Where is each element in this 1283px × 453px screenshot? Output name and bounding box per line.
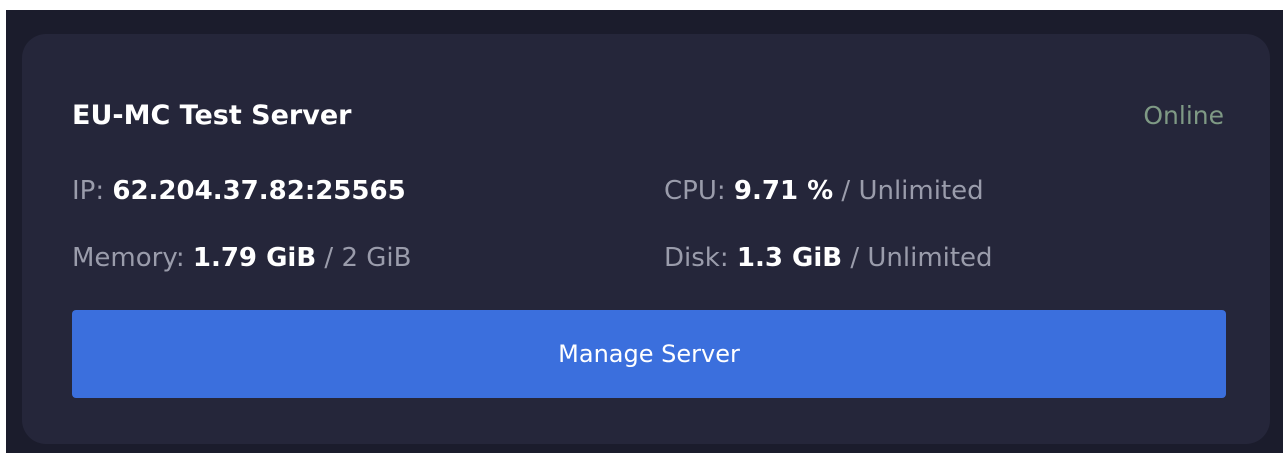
manage-server-button[interactable]: Manage Server bbox=[72, 310, 1226, 398]
ip-label: IP: bbox=[72, 176, 113, 206]
memory-limit: 2 GiB bbox=[341, 243, 412, 273]
disk-stat: Disk: 1.3 GiB / Unlimited bbox=[664, 242, 993, 274]
cpu-label: CPU: bbox=[664, 176, 734, 206]
memory-value: 1.79 GiB bbox=[192, 243, 317, 273]
disk-label: Disk: bbox=[664, 243, 737, 273]
disk-value: 1.3 GiB bbox=[736, 243, 843, 273]
cpu-value: 9.71 % bbox=[733, 176, 834, 206]
server-name: EU-MC Test Server bbox=[72, 100, 352, 131]
ip-value: 62.204.37.82:25565 bbox=[112, 176, 406, 206]
cpu-stat: CPU: 9.71 % / Unlimited bbox=[664, 175, 984, 207]
top-border bbox=[0, 0, 1283, 10]
left-border bbox=[0, 0, 6, 453]
status-badge: Online bbox=[1143, 101, 1224, 130]
ip-stat: IP: 62.204.37.82:25565 bbox=[72, 175, 406, 207]
page: EU-MC Test Server Online IP: 62.204.37.8… bbox=[0, 0, 1283, 453]
memory-stat: Memory: 1.79 GiB / 2 GiB bbox=[72, 242, 411, 274]
memory-separator: / bbox=[316, 243, 342, 273]
cpu-separator: / bbox=[833, 176, 859, 206]
cpu-limit: Unlimited bbox=[858, 176, 984, 206]
disk-separator: / bbox=[842, 243, 868, 273]
memory-label: Memory: bbox=[72, 243, 193, 273]
server-card: EU-MC Test Server Online IP: 62.204.37.8… bbox=[22, 34, 1270, 444]
disk-limit: Unlimited bbox=[867, 243, 993, 273]
